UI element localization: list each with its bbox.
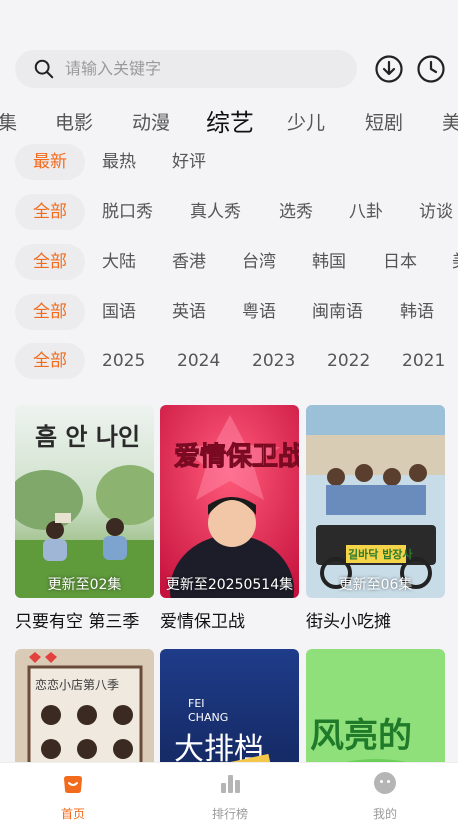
video-card[interactable]: 흠 안 나인 更新至02集 只要有空 第三季	[15, 405, 154, 632]
filter-lang-cantonese[interactable]: 粤语	[242, 294, 276, 330]
filter-region-hongkong[interactable]: 香港	[172, 244, 206, 280]
nav-ranking[interactable]: 排行榜	[180, 763, 280, 820]
filter-year-2024[interactable]: 2024	[177, 343, 220, 379]
filter-region-us[interactable]: 美	[452, 244, 458, 280]
video-card[interactable]: 길바닥 밥장사 更新至06集 街头小吃摊	[306, 405, 445, 632]
tab-movie[interactable]: 电影	[55, 104, 93, 142]
tab-short-drama[interactable]: 短剧	[365, 104, 403, 142]
svg-text:CHANG: CHANG	[188, 711, 228, 724]
svg-text:风亮的: 风亮的	[310, 716, 412, 756]
filter-type-talent[interactable]: 选秀	[279, 194, 313, 230]
filter-type-gossip[interactable]: 八卦	[349, 194, 383, 230]
filter-year-2025[interactable]: 2025	[102, 343, 145, 379]
tab-variety-show[interactable]: 综艺	[206, 104, 254, 142]
search-input[interactable]: 请输入关键字	[15, 50, 357, 88]
nav-home-label: 首页	[60, 807, 85, 820]
update-badge: 更新至06集	[338, 577, 413, 593]
filter-row-sort: 最新 最热 好评	[0, 144, 458, 182]
card-title: 街头小吃摊	[306, 612, 391, 632]
video-card[interactable]: 爱情保卫战 更新至20250514集 爱情保卫战	[160, 405, 299, 632]
filter-year-2021[interactable]: 2021	[402, 343, 445, 379]
filter-region-all[interactable]: 全部	[15, 244, 85, 280]
poster-image: 흠 안 나인 更新至02集	[15, 405, 154, 598]
filter-row-language: 全部 国语 英语 粤语 闽南语 韩语	[0, 294, 458, 332]
filter-sort-latest[interactable]: 最新	[15, 144, 85, 180]
category-tabs: 集 电影 动漫 综艺 少儿 短剧 美	[0, 104, 458, 142]
filter-region-taiwan[interactable]: 台湾	[242, 244, 276, 280]
filter-type-talkshow[interactable]: 脱口秀	[102, 194, 153, 230]
svg-text:爱情保卫战: 爱情保卫战	[174, 442, 299, 472]
tab-kids[interactable]: 少儿	[287, 104, 325, 142]
search-row: 请输入关键字	[0, 50, 458, 88]
bar-chart-icon	[221, 775, 240, 793]
filter-row-region: 全部 大陆 香港 台湾 韩国 日本 美	[0, 244, 458, 282]
nav-profile[interactable]: 我的	[335, 763, 435, 820]
poster-image: 爱情保卫战 更新至20250514集	[160, 405, 299, 598]
filter-type-interview[interactable]: 访谈	[419, 194, 453, 230]
profile-face-icon	[374, 772, 396, 794]
update-badge: 更新至02集	[47, 577, 122, 593]
filter-lang-korean[interactable]: 韩语	[400, 294, 434, 330]
filter-sort-hot[interactable]: 最热	[102, 144, 136, 180]
filter-type-all[interactable]: 全部	[15, 194, 85, 230]
filter-year-2022[interactable]: 2022	[327, 343, 370, 379]
filter-year-2023[interactable]: 2023	[252, 343, 295, 379]
filter-lang-english[interactable]: 英语	[172, 294, 206, 330]
update-badge: 更新至20250514集	[165, 577, 294, 593]
nav-profile-label: 我的	[372, 807, 397, 820]
filter-lang-all[interactable]: 全部	[15, 294, 85, 330]
card-title: 只要有空 第三季	[15, 612, 140, 632]
filter-region-japan[interactable]: 日本	[383, 244, 417, 280]
filter-region-mainland[interactable]: 大陆	[102, 244, 136, 280]
filter-type-reality[interactable]: 真人秀	[190, 194, 241, 230]
nav-home[interactable]: 首页	[23, 763, 123, 820]
svg-text:길바닥 밥장사: 길바닥 밥장사	[348, 547, 413, 561]
bottom-nav: 首页 排行榜 我的	[0, 762, 458, 820]
svg-text:FEI: FEI	[188, 697, 205, 710]
search-placeholder: 请输入关键字	[65, 59, 162, 78]
filter-sort-rating[interactable]: 好评	[172, 144, 206, 180]
search-icon	[34, 59, 54, 79]
svg-text:恋恋小店第八季: 恋恋小店第八季	[35, 677, 119, 692]
poster-image: 길바닥 밥장사 更新至06集	[306, 405, 445, 598]
filter-row-year: 全部 2025 2024 2023 2022 2021	[0, 343, 458, 381]
filter-region-korea[interactable]: 韩国	[312, 244, 346, 280]
svg-text:흠 안 나인: 흠 안 나인	[35, 423, 140, 451]
tab-variety-prev[interactable]: 集	[0, 104, 17, 142]
nav-ranking-label: 排行榜	[211, 807, 248, 820]
card-title: 爱情保卫战	[160, 612, 245, 632]
filter-lang-mandarin[interactable]: 国语	[102, 294, 136, 330]
filter-row-type: 全部 脱口秀 真人秀 选秀 八卦 访谈	[0, 194, 458, 232]
home-bag-icon	[64, 776, 82, 793]
tab-more[interactable]: 美	[442, 104, 458, 142]
tab-anime[interactable]: 动漫	[132, 104, 170, 142]
history-clock-icon[interactable]	[416, 54, 446, 84]
download-icon[interactable]	[374, 54, 404, 84]
filter-year-all[interactable]: 全部	[15, 343, 85, 379]
filter-lang-hokkien[interactable]: 闽南语	[312, 294, 363, 330]
